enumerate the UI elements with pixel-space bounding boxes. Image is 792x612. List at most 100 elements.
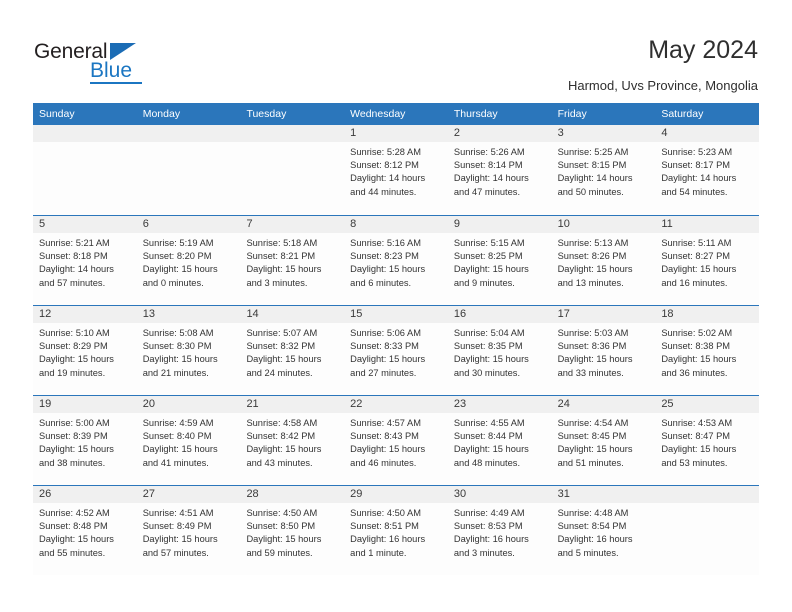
calendar-day-cell[interactable]: 3 Sunrise: 5:25 AM Sunset: 8:15 PM Daylight… <box>551 125 656 215</box>
daylight-duration-line1: Daylight: 15 hours <box>246 264 322 275</box>
daylight-duration-line2: and 19 minutes. <box>39 367 106 378</box>
day-sun-info: Sunrise: 4:55 AM Sunset: 8:44 PM Daylight:… <box>448 413 552 470</box>
day-number-strip <box>655 125 760 142</box>
calendar-day-cell[interactable]: 14 Sunrise: 5:07 AM Sunset: 8:32 PM Dayligh… <box>240 306 345 395</box>
calendar-day-cell[interactable]: 23 Sunrise: 4:55 AM Sunset: 8:44 PM Dayligh… <box>447 396 552 485</box>
daylight-duration-line2: and 50 minutes. <box>557 186 624 197</box>
calendar-day-cell[interactable]: 25 Sunrise: 4:53 AM Sunset: 8:47 PM Dayligh… <box>655 396 760 485</box>
day-number: 12 <box>39 308 52 320</box>
daylight-duration-line1: Daylight: 15 hours <box>142 354 218 365</box>
calendar-day-cell[interactable]: 6 Sunrise: 5:19 AM Sunset: 8:20 PM Daylight… <box>136 216 241 305</box>
day-sun-info: Sunrise: 5:03 AM Sunset: 8:36 PM Daylight:… <box>552 323 656 380</box>
day-number-strip <box>136 216 241 233</box>
daylight-duration-line2: and 16 minutes. <box>661 277 728 288</box>
calendar-day-cell[interactable]: 10 Sunrise: 5:13 AM Sunset: 8:26 PM Dayligh… <box>551 216 656 305</box>
calendar-day-cell-empty <box>136 125 241 215</box>
calendar-day-cell[interactable]: 24 Sunrise: 4:54 AM Sunset: 8:45 PM Dayligh… <box>551 396 656 485</box>
weekday-header-row: Sunday Monday Tuesday Wednesday Thursday… <box>33 103 759 125</box>
daylight-duration-line2: and 33 minutes. <box>557 367 624 378</box>
calendar-day-cell[interactable]: 17 Sunrise: 5:03 AM Sunset: 8:36 PM Dayligh… <box>551 306 656 395</box>
sunset-time: Sunset: 8:44 PM <box>453 431 523 442</box>
day-number: 14 <box>246 308 259 320</box>
sunrise-time: Sunrise: 5:02 AM <box>661 328 733 338</box>
calendar-day-cell[interactable]: 31 Sunrise: 4:48 AM Sunset: 8:54 PM Dayligh… <box>551 486 656 575</box>
calendar-day-cell[interactable]: 19 Sunrise: 5:00 AM Sunset: 8:39 PM Dayligh… <box>33 396 137 485</box>
daylight-duration-line1: Daylight: 15 hours <box>453 264 529 275</box>
daylight-duration-line1: Daylight: 15 hours <box>661 354 737 365</box>
day-number: 6 <box>142 218 149 230</box>
day-number: 16 <box>453 308 467 320</box>
day-sun-info: Sunrise: 4:53 AM Sunset: 8:47 PM Daylight:… <box>655 413 759 470</box>
day-sun-info: Sunrise: 4:57 AM Sunset: 8:43 PM Daylight:… <box>344 413 448 470</box>
day-sun-info: Sunrise: 5:23 AM Sunset: 8:17 PM Daylight:… <box>655 142 759 199</box>
daylight-duration-line1: Daylight: 15 hours <box>142 444 218 455</box>
calendar-day-cell[interactable]: 13 Sunrise: 5:08 AM Sunset: 8:30 PM Dayligh… <box>136 306 241 395</box>
calendar-day-cell[interactable]: 7 Sunrise: 5:18 AM Sunset: 8:21 PM Daylight… <box>240 216 345 305</box>
daylight-duration-line1: Daylight: 15 hours <box>350 264 426 275</box>
day-number: 17 <box>557 308 570 320</box>
daylight-duration-line1: Daylight: 15 hours <box>350 444 426 455</box>
calendar-day-cell[interactable]: 11 Sunrise: 5:11 AM Sunset: 8:27 PM Dayligh… <box>655 216 760 305</box>
calendar-day-cell[interactable]: 30 Sunrise: 4:49 AM Sunset: 8:53 PM Dayligh… <box>447 486 552 575</box>
sunset-time: Sunset: 8:51 PM <box>350 521 419 532</box>
sunset-time: Sunset: 8:12 PM <box>350 160 419 171</box>
sunset-time: Sunset: 8:14 PM <box>453 160 523 171</box>
day-number-strip <box>240 125 345 142</box>
daylight-duration-line2: and 27 minutes. <box>350 367 417 378</box>
calendar-day-cell[interactable]: 1 Sunrise: 5:28 AM Sunset: 8:12 PM Daylight… <box>344 125 448 215</box>
sunset-time: Sunset: 8:35 PM <box>453 341 523 352</box>
calendar-day-cell[interactable]: 20 Sunrise: 4:59 AM Sunset: 8:40 PM Dayligh… <box>136 396 241 485</box>
calendar-day-cell[interactable]: 8 Sunrise: 5:16 AM Sunset: 8:23 PM Daylight… <box>344 216 448 305</box>
calendar-day-cell[interactable]: 16 Sunrise: 5:04 AM Sunset: 8:35 PM Dayligh… <box>447 306 552 395</box>
calendar-day-cell[interactable]: 4 Sunrise: 5:23 AM Sunset: 8:17 PM Daylight… <box>655 125 760 215</box>
calendar-day-cell[interactable]: 21 Sunrise: 4:58 AM Sunset: 8:42 PM Dayligh… <box>240 396 345 485</box>
calendar-day-cell[interactable]: 22 Sunrise: 4:57 AM Sunset: 8:43 PM Dayligh… <box>344 396 448 485</box>
day-sun-info: Sunrise: 4:51 AM Sunset: 8:49 PM Daylight:… <box>137 503 241 560</box>
calendar-day-cell[interactable]: 15 Sunrise: 5:06 AM Sunset: 8:33 PM Dayligh… <box>344 306 448 395</box>
sunrise-time: Sunrise: 5:15 AM <box>453 238 525 248</box>
calendar-day-cell-empty <box>240 125 345 215</box>
day-sun-info: Sunrise: 5:06 AM Sunset: 8:33 PM Daylight:… <box>344 323 448 380</box>
day-number: 20 <box>142 398 155 410</box>
sunrise-time: Sunrise: 5:26 AM <box>453 147 525 157</box>
sunset-time: Sunset: 8:47 PM <box>661 431 731 442</box>
calendar-day-cell[interactable]: 18 Sunrise: 5:02 AM Sunset: 8:38 PM Dayligh… <box>655 306 760 395</box>
sunrise-time: Sunrise: 4:55 AM <box>453 418 525 428</box>
sunrise-time: Sunrise: 5:07 AM <box>246 328 318 338</box>
calendar-day-cell[interactable]: 28 Sunrise: 4:50 AM Sunset: 8:50 PM Dayligh… <box>240 486 345 575</box>
sunrise-time: Sunrise: 4:49 AM <box>453 508 525 518</box>
sunrise-time: Sunrise: 5:16 AM <box>350 238 421 248</box>
day-sun-info: Sunrise: 5:26 AM Sunset: 8:14 PM Daylight:… <box>448 142 552 199</box>
day-sun-info: Sunrise: 4:54 AM Sunset: 8:45 PM Daylight:… <box>552 413 656 470</box>
calendar-day-cell[interactable]: 2 Sunrise: 5:26 AM Sunset: 8:14 PM Daylight… <box>447 125 552 215</box>
calendar-day-cell[interactable]: 27 Sunrise: 4:51 AM Sunset: 8:49 PM Dayligh… <box>136 486 241 575</box>
sunrise-time: Sunrise: 5:03 AM <box>557 328 629 338</box>
day-number-strip <box>447 125 552 142</box>
sunset-time: Sunset: 8:40 PM <box>142 431 212 442</box>
day-number: 13 <box>142 308 155 320</box>
sunrise-time: Sunrise: 5:10 AM <box>39 328 110 338</box>
calendar-day-cell[interactable]: 29 Sunrise: 4:50 AM Sunset: 8:51 PM Dayligh… <box>344 486 448 575</box>
daylight-duration-line2: and 1 minute. <box>350 547 407 558</box>
sunset-time: Sunset: 8:42 PM <box>246 431 316 442</box>
daylight-duration-line1: Daylight: 16 hours <box>453 534 529 545</box>
sunset-time: Sunset: 8:48 PM <box>39 521 108 532</box>
sunset-time: Sunset: 8:17 PM <box>661 160 731 171</box>
calendar-day-cell[interactable]: 26 Sunrise: 4:52 AM Sunset: 8:48 PM Dayligh… <box>33 486 137 575</box>
calendar-day-cell[interactable]: 12 Sunrise: 5:10 AM Sunset: 8:29 PM Dayligh… <box>33 306 137 395</box>
page-header: General Blue May 2024 Harmod, Uvs Provin… <box>0 0 792 100</box>
day-number: 8 <box>350 218 357 230</box>
day-number-strip <box>240 216 345 233</box>
day-number: 9 <box>453 218 460 230</box>
calendar-day-cell[interactable]: 9 Sunrise: 5:15 AM Sunset: 8:25 PM Daylight… <box>447 216 552 305</box>
weekday-sunday: Sunday <box>39 108 75 120</box>
day-sun-info: Sunrise: 5:11 AM Sunset: 8:27 PM Daylight:… <box>655 233 759 290</box>
calendar-day-cell[interactable]: 5 Sunrise: 5:21 AM Sunset: 8:18 PM Daylight… <box>33 216 137 305</box>
day-sun-info: Sunrise: 5:02 AM Sunset: 8:38 PM Daylight:… <box>655 323 759 380</box>
general-blue-logo[interactable]: General Blue <box>34 40 214 86</box>
day-number-strip <box>344 216 448 233</box>
sunrise-time: Sunrise: 5:23 AM <box>661 147 733 157</box>
day-sun-info: Sunrise: 5:25 AM Sunset: 8:15 PM Daylight:… <box>552 142 656 199</box>
sunset-time: Sunset: 8:43 PM <box>350 431 419 442</box>
sunset-time: Sunset: 8:38 PM <box>661 341 731 352</box>
